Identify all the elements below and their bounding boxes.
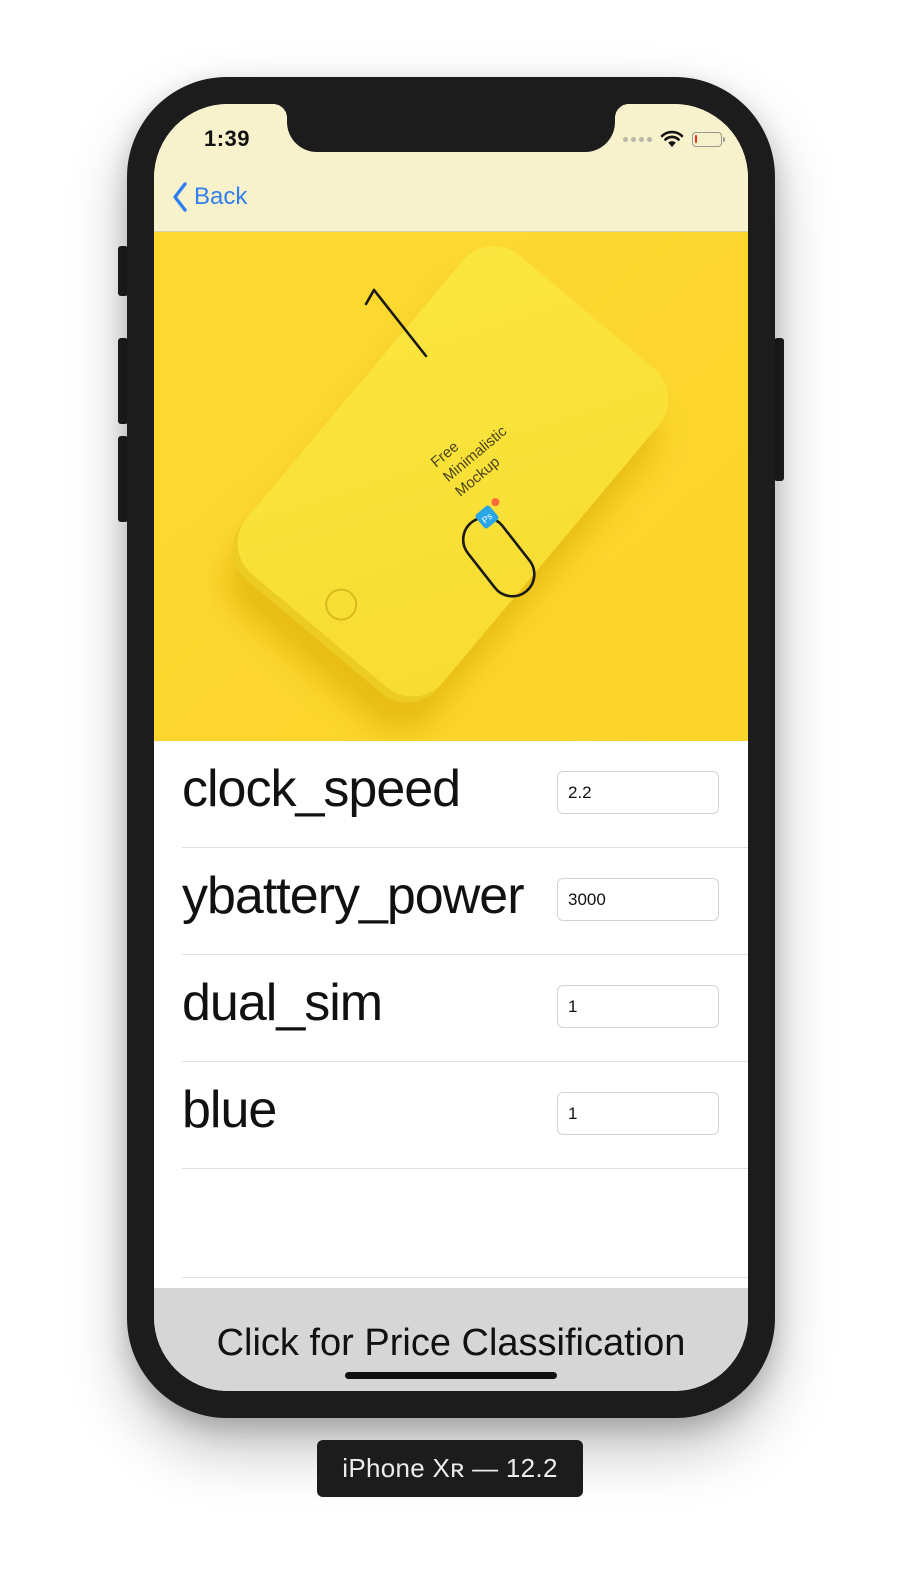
back-label: Back — [194, 183, 248, 210]
field-label: dual_sim — [182, 974, 383, 1032]
form-row-dual-sim: dual_sim — [182, 955, 748, 1062]
signal-strength-icon — [623, 136, 652, 142]
device-notch — [273, 104, 629, 152]
form-row-battery-power: ybattery_power — [182, 848, 748, 955]
status-time: 1:39 — [204, 126, 251, 151]
power-button — [774, 338, 784, 481]
phone-mockup-illustration: Free Minimalistic Mockup Ps — [154, 232, 748, 741]
back-button[interactable]: Back — [172, 182, 247, 212]
battery-level — [695, 134, 697, 143]
battery-icon — [692, 131, 725, 147]
form-row-empty — [182, 1171, 748, 1278]
price-classification-label: Click for Price Classification — [216, 1322, 686, 1364]
simulator-stage: 1:39 Back Free Minimalistic Mockup Ps cl… — [0, 0, 904, 1572]
status-indicators — [623, 130, 725, 148]
wifi-icon — [660, 130, 684, 147]
battery-power-input[interactable] — [557, 878, 719, 921]
home-indicator[interactable] — [345, 1372, 557, 1379]
simulator-device-label: iPhone Xʀ — 12.2 — [317, 1440, 583, 1497]
form-row-clock-speed: clock_speed — [182, 741, 748, 848]
field-label: clock_speed — [182, 760, 461, 818]
clock-speed-input[interactable] — [557, 771, 719, 814]
blue-input[interactable] — [557, 1092, 719, 1135]
field-label: blue — [182, 1081, 277, 1139]
device-screen: 1:39 Back Free Minimalistic Mockup Ps cl… — [154, 104, 748, 1391]
form-row-blue: blue — [182, 1062, 748, 1169]
chevron-left-icon — [173, 182, 187, 212]
hero-image: Free Minimalistic Mockup Ps — [154, 232, 748, 741]
field-label: ybattery_power — [182, 867, 525, 925]
dual-sim-input[interactable] — [557, 985, 719, 1028]
